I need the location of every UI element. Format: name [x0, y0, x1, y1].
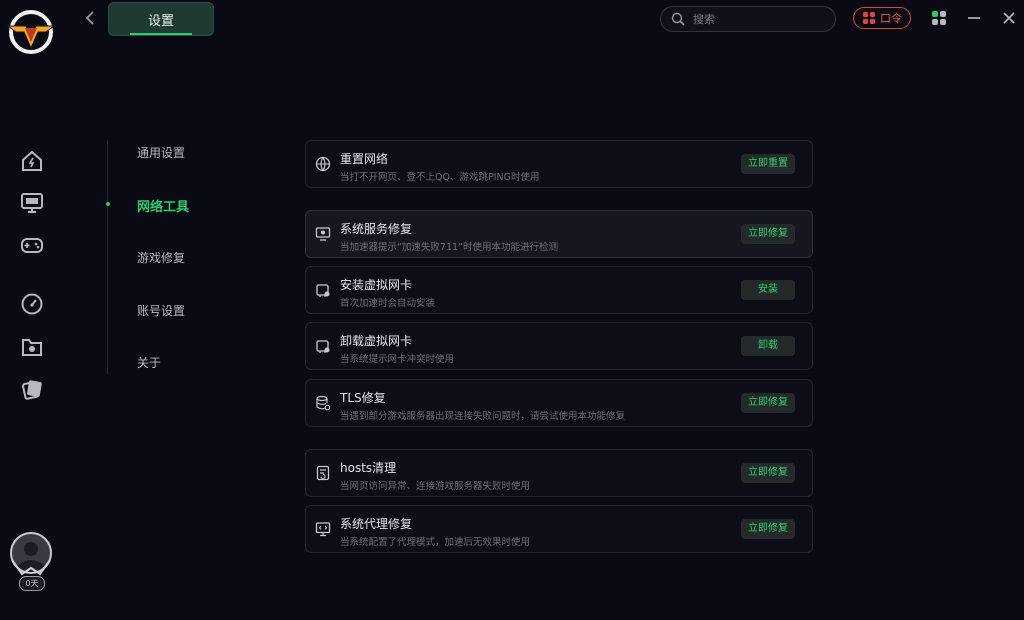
minimize-icon[interactable]	[966, 10, 982, 26]
search-icon	[671, 12, 685, 26]
settings-title-tab[interactable]: 设置	[108, 2, 214, 36]
tool-desc: 当系统配置了代理模式，加速后无效果时使用	[340, 537, 531, 548]
cards-icon[interactable]	[20, 377, 44, 401]
tool-card-uninstall-adapter: 卸载虚拟网卡 当系统提示网卡冲突时使用 卸载	[305, 322, 813, 370]
menu-item-network-tools[interactable]: 网络工具	[137, 196, 189, 215]
title-underline	[130, 33, 192, 35]
network-adapter-icon	[315, 338, 331, 354]
close-icon[interactable]	[1001, 10, 1017, 26]
settings-title-label: 设置	[147, 13, 174, 29]
tool-title: 重置网络	[340, 152, 389, 166]
system-service-repair-button[interactable]: 立即修复	[741, 224, 795, 244]
kouling-label: 口令	[880, 12, 902, 25]
tool-card-install-adapter: 安装虚拟网卡 首次加速时会自动安装 安装	[305, 266, 813, 314]
gamepad-icon[interactable]	[20, 233, 44, 257]
home-icon[interactable]	[20, 149, 44, 173]
tool-title: 卸载虚拟网卡	[340, 334, 413, 348]
proxy-repair-button[interactable]: 立即修复	[741, 519, 795, 539]
install-adapter-button[interactable]: 安装	[741, 280, 795, 300]
tool-card-reset-network: 重置网络 当打不开网页、登不上QQ、游戏跳PING时使用 立即重置	[305, 140, 813, 188]
hosts-clean-button[interactable]: 立即修复	[741, 463, 795, 483]
menu-item-about[interactable]: 关于	[137, 354, 161, 371]
document-refresh-icon	[315, 465, 331, 481]
uninstall-adapter-button[interactable]: 卸载	[741, 336, 795, 356]
tool-title: hosts清理	[340, 461, 397, 475]
kouling-icon	[863, 12, 875, 24]
tool-title: 系统代理修复	[340, 517, 413, 531]
app-logo	[6, 8, 56, 56]
apps-grid-icon[interactable]	[931, 10, 947, 26]
reset-network-button[interactable]: 立即重置	[741, 154, 795, 174]
database-gear-icon	[315, 395, 331, 411]
menu-item-account[interactable]: 账号设置	[137, 302, 185, 319]
kouling-button[interactable]: 口令	[853, 7, 911, 29]
tool-title: 系统服务修复	[340, 222, 413, 236]
monitor-icon[interactable]	[20, 191, 44, 215]
active-menu-indicator	[106, 202, 110, 206]
streak-badge: 0天	[19, 576, 45, 591]
tool-card-hosts-clean: hosts清理 当网页访问异常、连接游戏服务器失败时使用 立即修复	[305, 449, 813, 497]
tool-desc: 首次加速时会自动安装	[340, 298, 436, 309]
tool-desc: 当遇到部分游戏服务器出现连接失败问题时，请尝试使用本功能修复	[340, 411, 626, 422]
streak-label: 0天	[25, 579, 39, 588]
service-monitor-icon	[315, 226, 331, 242]
menu-item-general[interactable]: 通用设置	[137, 144, 185, 161]
search-box[interactable]	[660, 6, 836, 32]
tool-card-proxy-repair: 系统代理修复 当系统配置了代理模式，加速后无效果时使用 立即修复	[305, 505, 813, 553]
tool-title: TLS修复	[340, 391, 386, 405]
tool-desc: 当打不开网页、登不上QQ、游戏跳PING时使用	[340, 172, 540, 183]
network-adapter-icon	[315, 282, 331, 298]
globe-icon	[315, 156, 331, 172]
tls-repair-button[interactable]: 立即修复	[741, 393, 795, 413]
tool-desc: 当网页访问异常、连接游戏服务器失败时使用	[340, 481, 531, 492]
tool-title: 安装虚拟网卡	[340, 278, 413, 292]
folder-camera-icon[interactable]	[20, 335, 44, 359]
proxy-monitor-icon	[315, 521, 331, 537]
menu-item-game-repair[interactable]: 游戏修复	[137, 249, 185, 266]
tool-card-tls-repair: TLS修复 当遇到部分游戏服务器出现连接失败问题时，请尝试使用本功能修复 立即修…	[305, 379, 813, 427]
speedometer-icon[interactable]	[20, 292, 44, 316]
back-chevron-icon[interactable]	[82, 9, 100, 27]
menu-divider	[107, 140, 108, 374]
user-avatar[interactable]: 0天	[8, 532, 54, 592]
tool-desc: 当加速器提示“加速失败711”时使用本功能进行检测	[340, 242, 558, 253]
tool-card-system-service-repair: 系统服务修复 当加速器提示“加速失败711”时使用本功能进行检测 立即修复	[305, 210, 813, 258]
tool-desc: 当系统提示网卡冲突时使用	[340, 354, 455, 365]
search-input[interactable]	[691, 11, 825, 27]
